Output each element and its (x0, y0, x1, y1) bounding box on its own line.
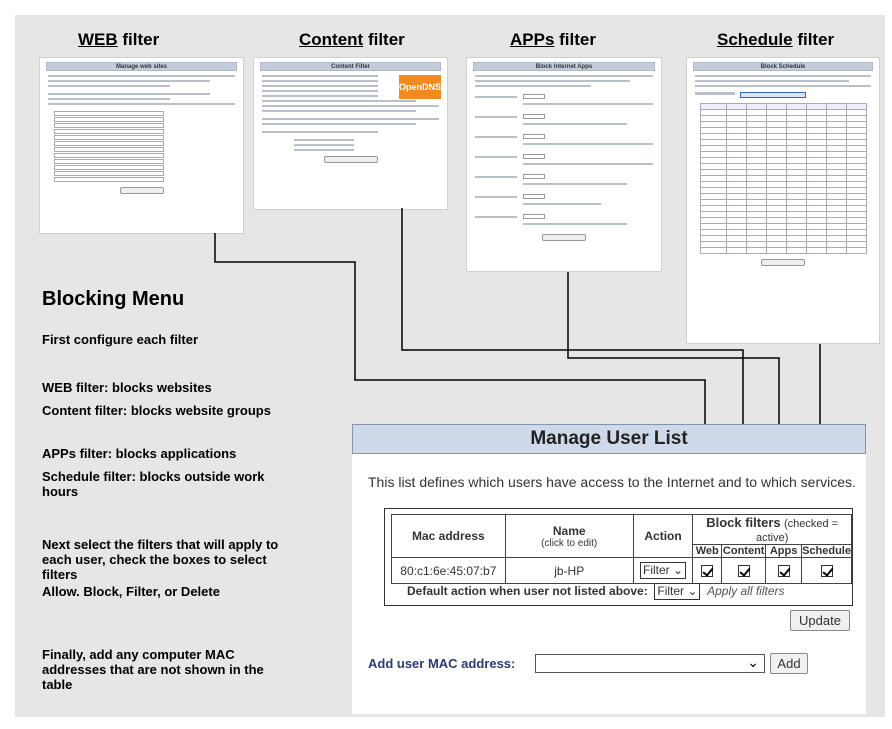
next-instruction: Next select the filters that will apply … (42, 537, 279, 582)
finally-instruction: Finally, add any computer MAC addresses … (42, 647, 264, 692)
add-mac-label: Add user MAC address: (368, 656, 516, 671)
allow-instruction: Allow. Block, Filter, or Delete (42, 584, 220, 599)
col-mac: Mac address (391, 514, 506, 558)
apps-filter-desc: APPs filter: blocks applications (42, 446, 237, 461)
default-action-label: Default action when user not listed abov… (407, 584, 648, 598)
default-action-select[interactable]: Filter ⌄ (654, 583, 701, 600)
table-row: 80:c1:6e:45:07:b7 jb-HP Filter ⌄ (391, 557, 852, 584)
manage-description: This list defines which users have acces… (368, 474, 856, 490)
mac-address-input[interactable]: ⌄ (535, 654, 765, 673)
row-name[interactable]: jb-HP (504, 557, 634, 584)
row-mac: 80:c1:6e:45:07:b7 (391, 557, 506, 584)
user-table: Mac address Name (click to edit) Action B… (391, 514, 852, 584)
col-content: Content (721, 544, 767, 558)
default-action-row: Default action when user not listed abov… (407, 583, 785, 600)
default-action-note: Apply all filters (707, 584, 785, 598)
blocking-menu-heading: Blocking Menu (42, 288, 185, 310)
web-filter-desc: WEB filter: blocks websites (42, 380, 212, 395)
col-action: Action (632, 514, 694, 558)
content-filter-desc: Content filter: blocks website groups (42, 403, 271, 418)
chevron-down-icon: ⌄ (747, 654, 759, 670)
col-apps: Apps (765, 544, 803, 558)
add-button[interactable]: Add (770, 653, 808, 674)
col-web: Web (692, 544, 723, 558)
content-checkbox[interactable] (737, 565, 750, 578)
col-block-filters: Block filters (checked = active) (692, 514, 852, 545)
col-schedule: Schedule (801, 544, 852, 558)
chevron-down-icon: ⌄ (673, 563, 684, 577)
row-action-select[interactable]: Filter ⌄ (632, 557, 694, 584)
schedule-filter-desc: Schedule filter: blocks outside work hou… (42, 469, 265, 499)
col-name: Name (click to edit) (504, 514, 634, 558)
schedule-checkbox[interactable] (820, 565, 833, 578)
update-button[interactable]: Update (790, 610, 850, 631)
web-checkbox[interactable] (701, 565, 714, 578)
chevron-down-icon: ⌄ (687, 584, 698, 598)
manage-user-list-title: Manage User List (352, 424, 866, 454)
apps-checkbox[interactable] (777, 565, 790, 578)
first-instruction: First configure each filter (42, 332, 199, 347)
user-table-frame: Mac address Name (click to edit) Action B… (384, 508, 853, 606)
manage-user-list-panel: Manage User List This list defines which… (352, 424, 866, 714)
